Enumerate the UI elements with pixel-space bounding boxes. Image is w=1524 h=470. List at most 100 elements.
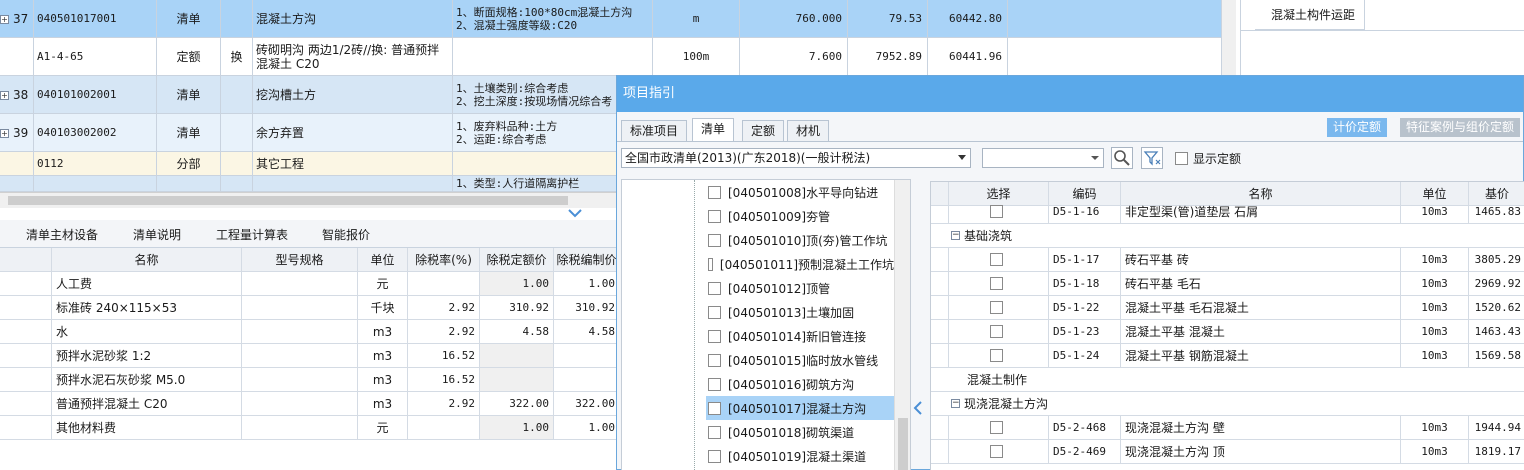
show-quota-checkbox[interactable]: 显示定额 [1175,150,1241,167]
checkbox[interactable] [708,185,721,199]
tree-item[interactable]: [040501008]水平导向钻进 [706,180,894,204]
cell-name: 砖石平基 砖 [1121,248,1401,271]
right-panel-item[interactable]: 混凝土构件运距 [1255,0,1365,30]
table-row[interactable]: 普通预拌混凝土 C20 m3 2.92 322.00 322.00 [0,392,620,416]
checkbox[interactable] [989,301,1003,314]
expand-icon[interactable]: + [0,14,9,24]
table-row[interactable]: D5-1-18 砖石平基 毛石 10m3 2969.92 [931,272,1524,296]
tree-item[interactable]: [040501011]预制混凝土工作坑 [706,252,894,276]
table-row[interactable]: 其他材料费 元 1.00 1.00 [0,416,620,440]
tree-item[interactable]: [040501009]夯管 [706,204,894,228]
bill-library-select[interactable]: 全国市政清单(2013)(广东2018)(一般计税法) [621,148,971,168]
collapse-arrow-icon[interactable] [913,401,923,418]
checkbox[interactable] [989,349,1003,362]
table-row[interactable]: D5-1-16 非定型渠(管)道垫层 石屑 10m3 1465.83 [931,200,1524,224]
tree-item[interactable]: [040501018]砌筑渠道 [706,420,894,444]
checkbox[interactable] [989,277,1003,290]
tab-bill[interactable]: 清单 [692,118,735,142]
tree-item[interactable]: [040501014]新旧管连接 [706,324,894,348]
table-row[interactable]: 标准砖 240×115×53 千块 2.92 310.92 310.92 [0,296,620,320]
table-row[interactable]: 预拌水泥石灰砂浆 M5.0 m3 16.52 [0,368,620,392]
cell-sel[interactable] [949,296,1049,319]
column-header-comp[interactable]: 除税编制价 [554,248,620,271]
collapse-icon[interactable]: − [951,231,960,240]
tree-item[interactable]: [040501010]顶(夯)管工作坑 [706,228,894,252]
cell-sel[interactable] [949,320,1049,343]
tab-standard-items[interactable]: 标准项目 [621,120,688,142]
column-header-rate[interactable]: 除税率(%) [408,248,480,271]
cell-sel[interactable] [949,344,1049,367]
top-grid-scrollbar[interactable] [1222,0,1236,75]
cell-sel[interactable] [949,440,1049,463]
table-row[interactable]: D5-1-17 砖石平基 砖 10m3 3805.29 [931,248,1524,272]
search-button[interactable] [1111,147,1133,169]
checkbox[interactable] [708,353,721,367]
tab-materials[interactable]: 材机 [787,120,830,142]
cell-sel[interactable] [949,272,1049,295]
table-row[interactable]: A1-4-65 定额换砖砌明沟 两边1/2砖//换: 普通预拌混凝土 C20 100… [0,38,1222,76]
checkbox[interactable] [989,421,1003,434]
tab-bill-materials[interactable]: 清单主材设备 [26,226,98,243]
cell-name: 其他材料费 [52,416,242,439]
table-row[interactable]: D5-2-468 现浇混凝土方沟 壁 10m3 1944.94 [931,416,1524,440]
checkbox[interactable] [708,449,721,463]
group-row[interactable]: 混凝土制作 [931,368,1524,392]
cell-quota: 1.00 [480,416,554,439]
tree-item[interactable]: [040501016]砌筑方沟 [706,372,894,396]
scrollbar-thumb[interactable] [898,418,908,470]
cell-sel[interactable] [949,248,1049,271]
pricing-quota-button[interactable]: 计价定额 [1327,118,1388,137]
tree-item[interactable]: [040501017]混凝土方沟 [706,396,894,420]
tree-item[interactable]: [040501012]顶管 [706,276,894,300]
column-header-quota[interactable]: 除税定额价 [480,248,554,271]
checkbox[interactable] [708,233,721,247]
checkbox[interactable] [1175,152,1188,165]
checkbox[interactable] [708,401,721,415]
tab-bill-description[interactable]: 清单说明 [133,226,181,243]
tree-item[interactable]: [040501013]土壤加固 [706,300,894,324]
checkbox[interactable] [708,281,721,295]
checkbox[interactable] [708,305,721,319]
checkbox[interactable] [708,257,713,271]
horizontal-scrollbar[interactable] [0,192,620,208]
table-row[interactable]: D5-1-24 混凝土平基 钢筋混凝土 10m3 1569.58 [931,344,1524,368]
feature-case-button[interactable]: 特征案例与组价定额 [1400,118,1521,137]
table-row[interactable]: D5-1-22 混凝土平基 毛石混凝土 10m3 1520.62 [931,296,1524,320]
table-row[interactable]: 人工费 元 1.00 1.00 [0,272,620,296]
tree-item[interactable]: [040501015]临时放水管线 [706,348,894,372]
checkbox[interactable] [989,253,1003,266]
scrollbar-thumb[interactable] [8,196,568,205]
tree-item-label: [040501009]夯管 [728,209,831,224]
tab-quantity-sheet[interactable]: 工程量计算表 [216,226,288,243]
table-row[interactable]: 预拌水泥砂浆 1:2 m3 16.52 [0,344,620,368]
splitter-arrow-icon[interactable] [568,208,582,218]
collapse-icon[interactable]: − [951,399,960,408]
tree-item[interactable]: [040501019]混凝土渠道 [706,444,894,468]
search-input[interactable] [982,148,1104,168]
column-header-unit[interactable]: 单位 [358,248,408,271]
column-header-spec[interactable]: 型号规格 [242,248,358,271]
tab-quota[interactable]: 定额 [742,120,785,142]
table-row[interactable]: +37 040501017001 清单 混凝土方沟 1、断面规格:100*80cm混凝土… [0,0,1222,38]
checkbox[interactable] [708,425,721,439]
checkbox[interactable] [708,329,721,343]
cell-sel[interactable] [949,200,1049,223]
tree-scrollbar[interactable] [894,180,910,470]
bottom-tab-bar: 清单主材设备 清单说明 工程量计算表 智能报价 [0,220,620,248]
group-row[interactable]: − 现浇混凝土方沟 [931,392,1524,416]
filter-button[interactable] [1141,147,1163,169]
column-header-name[interactable]: 名称 [52,248,242,271]
table-row[interactable]: 水 m3 2.92 4.58 4.58 [0,320,620,344]
cell-sel[interactable] [949,416,1049,439]
expand-icon[interactable]: + [0,90,9,100]
expand-icon[interactable]: + [0,128,9,138]
checkbox[interactable] [989,445,1003,458]
group-row[interactable]: − 基础浇筑 [931,224,1524,248]
checkbox[interactable] [989,325,1003,338]
checkbox[interactable] [708,209,721,223]
checkbox[interactable] [708,377,721,391]
checkbox[interactable] [989,205,1003,218]
tab-smart-quote[interactable]: 智能报价 [322,226,370,243]
table-row[interactable]: D5-2-469 现浇混凝土方沟 顶 10m3 1819.17 [931,440,1524,464]
table-row[interactable]: D5-1-23 混凝土平基 混凝土 10m3 1463.43 [931,320,1524,344]
